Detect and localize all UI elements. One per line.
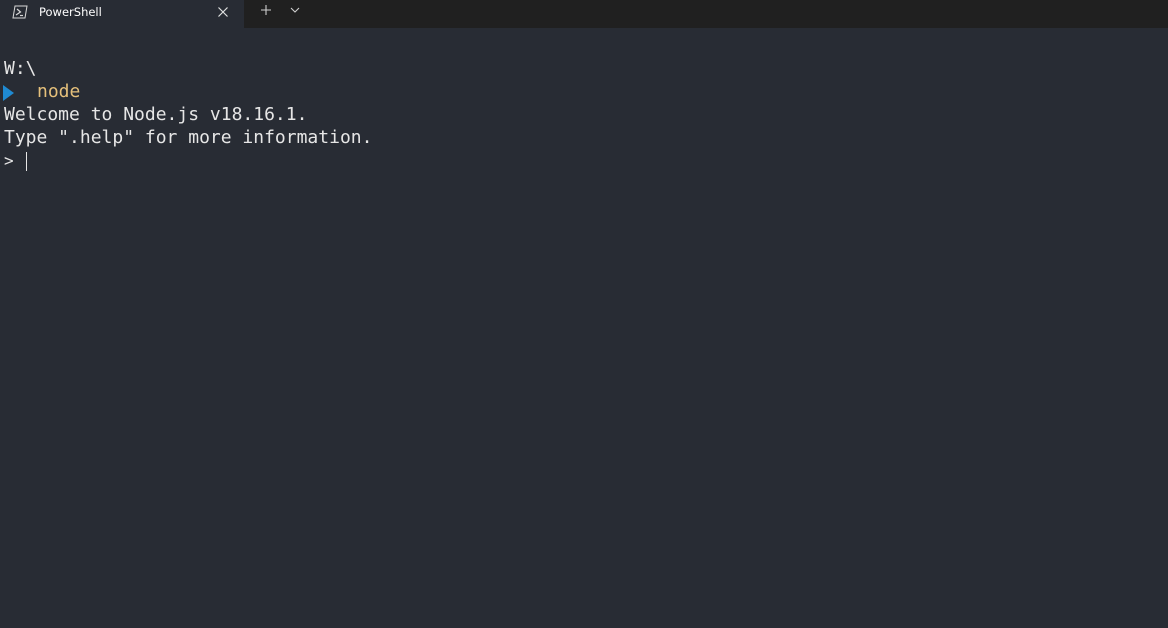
new-tab-button[interactable] (252, 0, 280, 22)
terminal-window: PowerShell W:\ node Welcome to Node.js v… (0, 0, 1168, 628)
plus-icon (252, 5, 280, 26)
current-path: W:\ (4, 58, 37, 79)
tab-dropdown-button[interactable] (284, 0, 306, 22)
repl-prompt: > (4, 151, 14, 170)
tab-bar: PowerShell (0, 0, 1168, 28)
text-cursor (26, 152, 27, 171)
terminal-content[interactable]: W:\ node Welcome to Node.js v18.16.1. Ty… (0, 28, 1168, 628)
output-line: Type ".help" for more information. (4, 127, 373, 148)
chevron-down-icon (284, 7, 306, 26)
tab-powershell[interactable]: PowerShell (0, 0, 244, 28)
output-line: Welcome to Node.js v18.16.1. (4, 104, 308, 125)
chevron-right-icon (3, 85, 15, 101)
powershell-icon (12, 4, 28, 20)
close-icon[interactable] (214, 3, 232, 21)
tab-title: PowerShell (39, 5, 102, 19)
entered-command: node (37, 81, 81, 102)
